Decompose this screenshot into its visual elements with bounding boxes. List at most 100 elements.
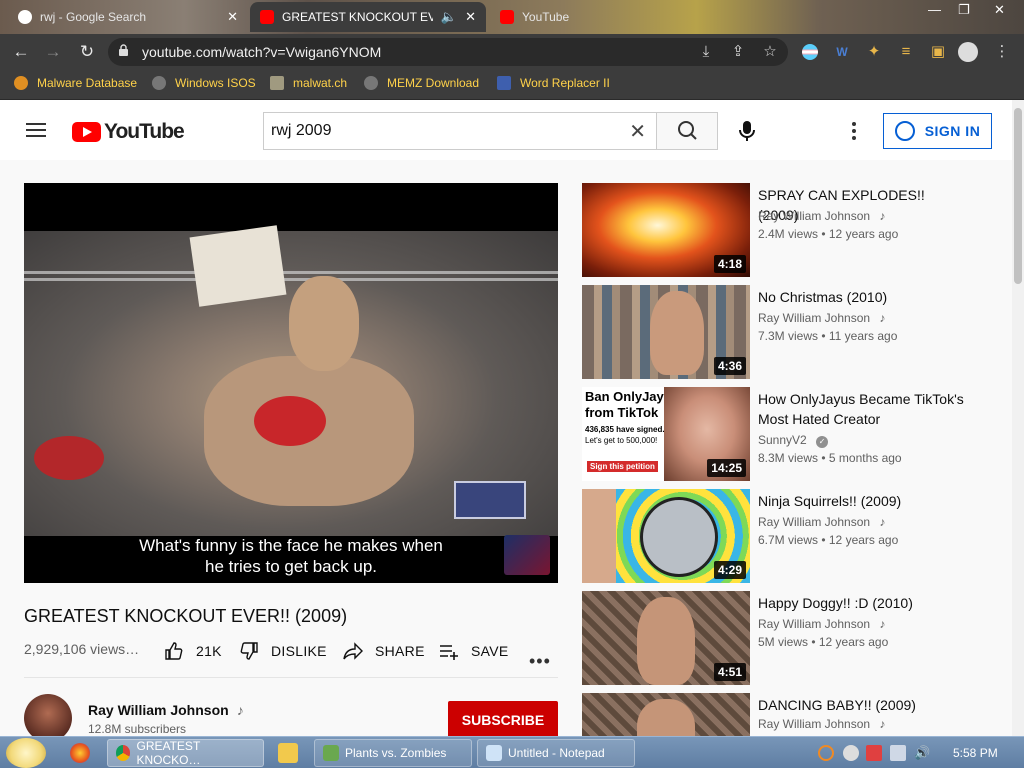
save-button[interactable]: SAVE <box>439 641 509 661</box>
volume-icon[interactable]: 🔊 <box>914 745 930 761</box>
recommendation-item[interactable]: Ban OnlyJayus from TikTok 436,835 have s… <box>582 387 1002 481</box>
folder-icon[interactable] <box>278 743 298 763</box>
recommendation-channel[interactable]: SunnyV2 ✓ <box>758 433 829 448</box>
recommendation-item[interactable]: 4:18 SPRAY CAN EXPLODES!! (2009) Ray Wil… <box>582 183 1002 277</box>
menu-icon[interactable] <box>26 123 46 137</box>
install-icon[interactable]: ⤓ <box>696 42 716 62</box>
clear-search-icon[interactable]: ✕ <box>629 119 646 144</box>
recommendation-title[interactable]: Happy Doggy!! :D (2010) <box>758 593 968 613</box>
search-input[interactable]: rwj 2009 ✕ <box>263 112 656 150</box>
profile-icon[interactable] <box>958 42 978 62</box>
taskbar-plants-vs-zombies[interactable]: Plants vs. Zombies <box>314 739 472 767</box>
recommendation-item[interactable]: 4:29 Ninja Squirrels!! (2009) Ray Willia… <box>582 489 1002 583</box>
page-scrollbar[interactable] <box>1012 100 1024 736</box>
restore-icon[interactable]: ❐ <box>958 2 970 18</box>
recommendation-channel[interactable]: Ray William Johnson ♪ <box>758 311 885 325</box>
bookmark-memz-download[interactable]: MEMZ Download <box>364 76 479 90</box>
video-thumbnail[interactable]: 4:18 <box>582 183 750 277</box>
start-button[interactable] <box>6 738 46 768</box>
minimize-icon[interactable]: — <box>928 2 941 17</box>
recommendation-item[interactable]: 4:51 Happy Doggy!! :D (2010) Ray William… <box>582 591 1002 685</box>
taskbar: GREATEST KNOCKO… Plants vs. Zombies Unti… <box>0 736 1024 768</box>
music-note-icon: ♪ <box>236 702 244 718</box>
side-panel-icon[interactable]: ▣ <box>928 42 948 62</box>
channel-watermark[interactable] <box>504 535 550 575</box>
dislike-button[interactable]: DISLIKE <box>239 641 327 661</box>
bookmark-windows-isos[interactable]: Windows ISOS <box>152 76 256 90</box>
recommendation-title[interactable]: How OnlyJayus Became TikTok's Most Hated… <box>758 389 968 429</box>
extension-flag-icon[interactable] <box>800 42 820 62</box>
firefox-icon[interactable] <box>70 743 90 763</box>
recommendation-title[interactable]: No Christmas (2010) <box>758 287 968 307</box>
address-bar[interactable]: youtube.com/watch?v=Vwigan6YNOM ⤓ ⇪ ☆ <box>108 38 788 66</box>
music-note-icon: ♪ <box>879 311 886 325</box>
video-duration: 14:25 <box>707 459 746 477</box>
bookmark-malwat[interactable]: malwat.ch <box>270 76 347 90</box>
recommendation-item[interactable]: DANCING BABY!! (2009) Ray William Johnso… <box>582 693 1002 736</box>
forward-icon[interactable]: → <box>42 41 64 63</box>
recommendation-title[interactable]: Ninja Squirrels!! (2009) <box>758 491 968 511</box>
channel-avatar[interactable] <box>24 694 72 742</box>
channel-label: Ray William Johnson <box>758 311 871 325</box>
tray-app-icon[interactable] <box>843 745 859 761</box>
extension-word-icon[interactable]: W <box>832 42 852 62</box>
tab-youtube-video[interactable]: GREATEST KNOCKOUT EVER!! (2009) 🔈 ✕ <box>250 2 486 32</box>
extensions-puzzle-icon[interactable]: ✦ <box>864 42 884 62</box>
subscribe-button[interactable]: SUBSCRIBE <box>448 701 558 739</box>
tab-title: GREATEST KNOCKOUT EVER!! (2009) <box>282 10 433 24</box>
person-face <box>650 291 704 375</box>
task-label: GREATEST KNOCKO… <box>136 739 201 767</box>
scrollbar-thumb[interactable] <box>1014 108 1022 284</box>
recommendation-channel[interactable]: Ray William Johnson ♪ <box>758 515 885 529</box>
youtube-logo[interactable]: YouTube <box>72 120 185 144</box>
bookmark-label: Windows ISOS <box>175 76 256 90</box>
action-center-icon[interactable] <box>866 745 882 761</box>
speaker-icon[interactable]: 🔈 <box>441 9 457 25</box>
video-thumbnail[interactable]: 4:29 <box>582 489 750 583</box>
video-thumbnail[interactable] <box>582 693 750 736</box>
search-button[interactable] <box>656 112 718 150</box>
more-actions-icon[interactable]: ••• <box>529 651 551 672</box>
video-duration: 4:51 <box>713 663 746 681</box>
settings-menu-icon[interactable] <box>852 122 856 143</box>
video-player[interactable]: What's funny is the face he makes when h… <box>24 183 558 583</box>
view-count[interactable]: 2,929,106 views… <box>24 641 139 657</box>
browser-menu-icon[interactable]: ⋮ <box>992 42 1012 62</box>
video-thumbnail[interactable]: 4:36 <box>582 285 750 379</box>
taskbar-chrome-window[interactable]: GREATEST KNOCKO… <box>107 739 264 767</box>
tab-youtube[interactable]: YouTube <box>490 2 690 32</box>
taskbar-notepad[interactable]: Untitled - Notepad <box>477 739 635 767</box>
recommendation-title[interactable]: DANCING BABY!! (2009) <box>758 695 968 715</box>
recommendation-channel[interactable]: Ray William Johnson ♪ <box>758 617 885 631</box>
share-icon[interactable]: ⇪ <box>728 42 748 62</box>
search-tray-icon[interactable] <box>818 745 834 761</box>
back-icon[interactable]: ← <box>10 41 32 63</box>
bookmark-word-replacer[interactable]: Word Replacer II <box>497 76 610 90</box>
bookmark-malware-database[interactable]: Malware Database <box>14 76 137 90</box>
network-icon[interactable] <box>890 745 906 761</box>
channel-name-row[interactable]: Ray William Johnson ♪ <box>88 702 244 718</box>
close-window-icon[interactable]: ✕ <box>994 2 1005 18</box>
share-button[interactable]: SHARE <box>343 641 425 661</box>
tab-google-search[interactable]: rwj - Google Search ✕ <box>8 2 248 32</box>
reload-icon[interactable]: ↻ <box>76 41 98 63</box>
bookmark-star-icon[interactable]: ☆ <box>760 42 780 62</box>
video-thumbnail[interactable]: 4:51 <box>582 591 750 685</box>
thumbnail-line: 436,835 have signed. <box>585 425 665 434</box>
video-duration: 4:18 <box>713 255 746 273</box>
recommendation-meta: 5M views • 12 years ago <box>758 635 889 649</box>
like-button[interactable]: 21K <box>164 641 222 661</box>
clock[interactable]: 5:58 PM <box>953 746 998 760</box>
recommendation-channel[interactable]: Ray William Johnson ♪ <box>758 717 885 731</box>
recommendation-channel[interactable]: Ray William Johnson ♪ <box>758 209 885 223</box>
close-tab-icon[interactable]: ✕ <box>227 9 238 25</box>
search-icon <box>678 121 697 140</box>
video-thumbnail[interactable]: Ban OnlyJayus from TikTok 436,835 have s… <box>582 387 750 481</box>
close-tab-icon[interactable]: ✕ <box>465 9 476 25</box>
microphone-icon[interactable] <box>737 120 757 142</box>
bookmark-label: malwat.ch <box>293 76 348 90</box>
youtube-icon <box>500 10 514 24</box>
recommendation-item[interactable]: 4:36 No Christmas (2010) Ray William Joh… <box>582 285 1002 379</box>
media-playlist-icon[interactable]: ≡ <box>896 42 916 62</box>
sign-in-button[interactable]: SIGN IN <box>883 113 992 149</box>
